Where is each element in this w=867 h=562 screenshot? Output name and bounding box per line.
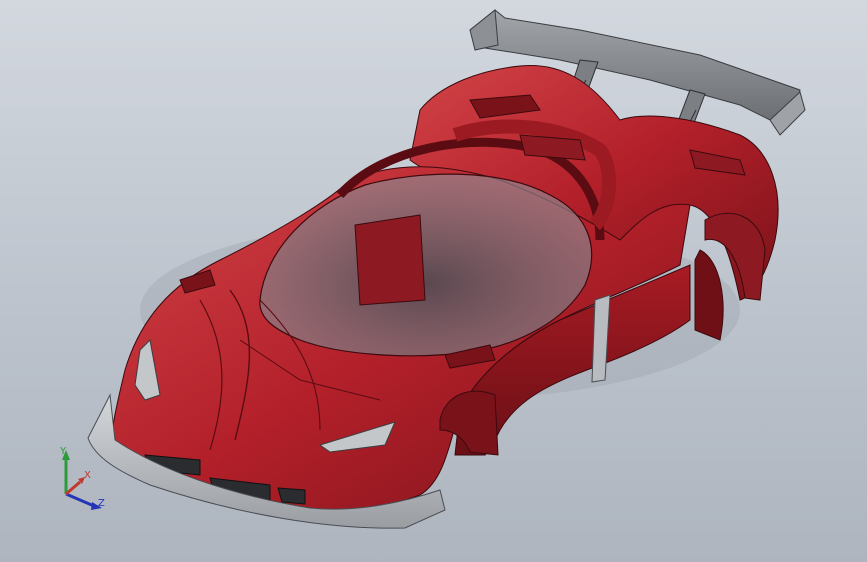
body-shell[interactable] — [111, 64, 779, 513]
z-axis — [65, 492, 95, 508]
x-axis-label: X — [84, 470, 91, 481]
view-triad[interactable]: Y X Z — [48, 444, 112, 516]
x-axis — [65, 480, 81, 496]
graphics-viewport[interactable]: Y X Z — [0, 0, 867, 562]
y-axis-label: Y — [59, 446, 67, 457]
z-axis-label: Z — [98, 498, 105, 509]
car-body-model[interactable] — [0, 0, 867, 562]
